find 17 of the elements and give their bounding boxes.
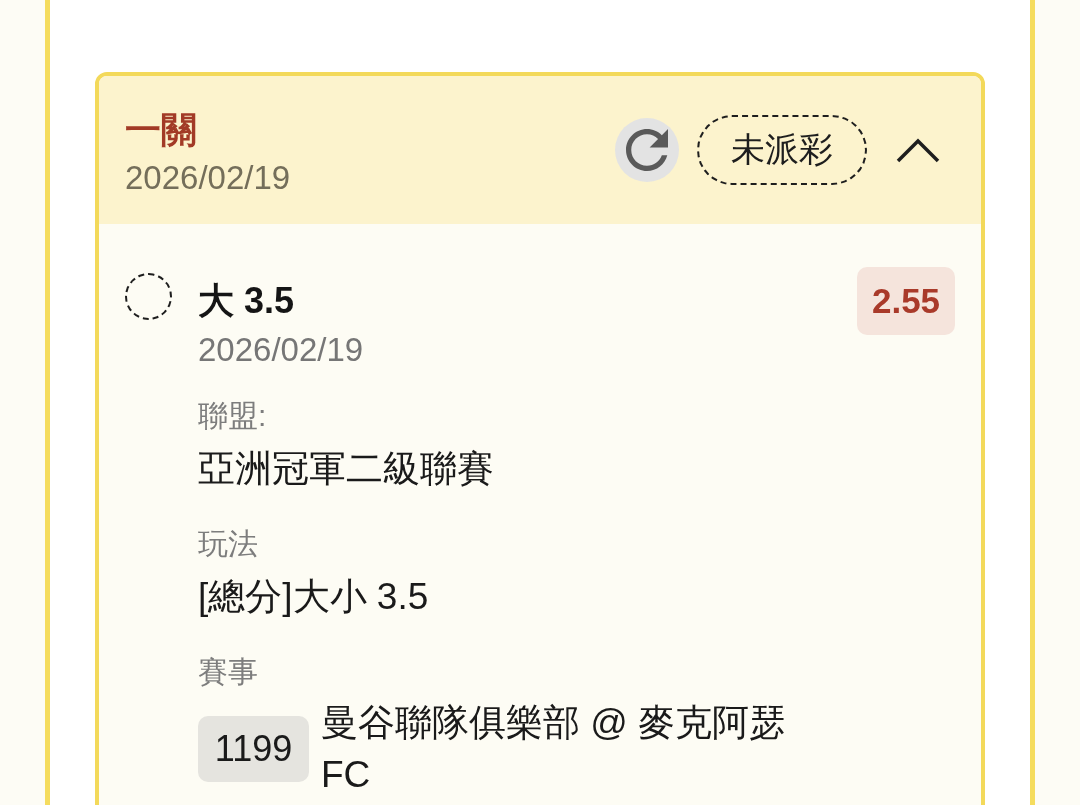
- match-number-badge: 1199: [198, 716, 309, 782]
- status-badge: 未派彩: [697, 115, 867, 185]
- selection-checkbox[interactable]: [125, 273, 172, 320]
- chevron-up-icon: [896, 137, 940, 163]
- refresh-icon: [626, 129, 668, 171]
- selection-pick: 大 3.5: [198, 279, 295, 323]
- field-label: 聯盟:: [198, 398, 267, 434]
- field-value: 亞洲冠軍二級聯賽: [198, 447, 494, 491]
- field-label: 玩法: [198, 526, 258, 562]
- field-value: [總分]大小 3.5: [198, 575, 429, 619]
- odds-badge: 2.55: [857, 267, 955, 335]
- field-label: 賽事: [198, 654, 258, 690]
- bet-date: 2026/02/19: [125, 158, 291, 198]
- bet-type-title: 一關: [125, 108, 198, 152]
- selection-date: 2026/02/19: [198, 330, 364, 370]
- collapse-button[interactable]: [896, 137, 940, 163]
- match-teams: 曼谷聯隊俱樂部 @ 麥克阿瑟 FC: [321, 701, 788, 797]
